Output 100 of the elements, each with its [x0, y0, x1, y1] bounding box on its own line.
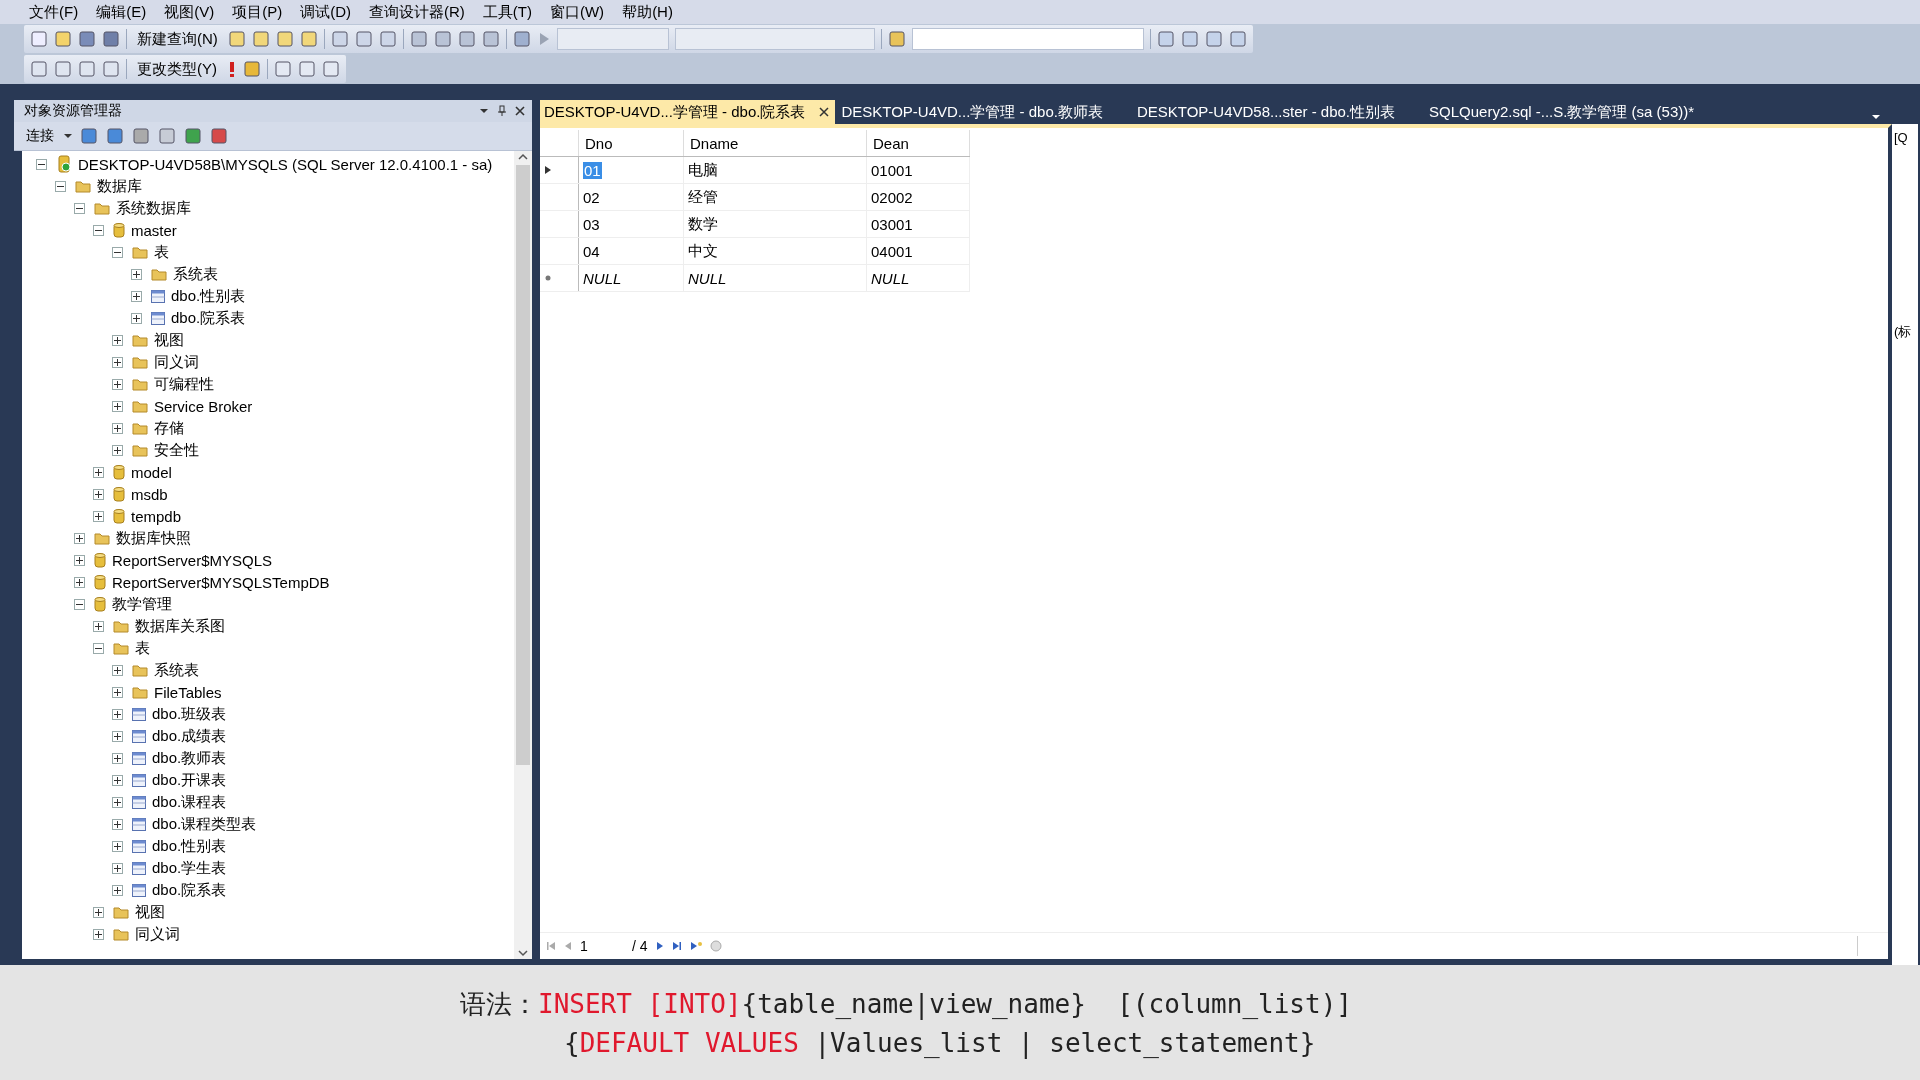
collapse-toggle[interactable]	[93, 224, 104, 236]
expand-toggle[interactable]	[74, 554, 85, 566]
expand-toggle[interactable]	[112, 686, 123, 698]
column-header[interactable]: Dean	[866, 130, 970, 157]
menu-item[interactable]: 窗口(W)	[540, 0, 614, 24]
tree-item[interactable]: 系统数据库	[114, 198, 193, 218]
tree-item[interactable]: msdb	[129, 485, 170, 503]
column-header[interactable]: Dno	[578, 130, 684, 157]
tree-item[interactable]: 系统表	[152, 660, 201, 680]
menu-item[interactable]: 工具(T)	[473, 0, 541, 24]
document-tab[interactable]: DESKTOP-U4VD...学管理 - dbo.教师表	[837, 100, 1131, 124]
menu-item[interactable]: 查询设计器(R)	[360, 0, 474, 24]
expand-toggle[interactable]	[112, 444, 123, 456]
collapse-toggle[interactable]	[93, 642, 104, 654]
tree-item[interactable]: dbo.性别表	[150, 836, 229, 856]
scrollbar-thumb[interactable]	[516, 165, 530, 765]
dropdown-field[interactable]	[674, 28, 875, 50]
next-page-icon[interactable]	[655, 941, 664, 951]
tree-item[interactable]: dbo.院系表	[150, 880, 229, 900]
tree-item[interactable]: dbo.性别表	[169, 286, 248, 306]
tree-item[interactable]: 视图	[152, 330, 186, 350]
expand-toggle[interactable]	[93, 466, 104, 478]
tree-item[interactable]: dbo.院系表	[169, 308, 248, 328]
expand-toggle[interactable]	[93, 488, 104, 500]
expand-toggle[interactable]	[112, 884, 123, 896]
connect-button[interactable]: 连接	[24, 127, 56, 145]
tree-item[interactable]: 教学管理	[110, 594, 174, 614]
tree-item[interactable]: DESKTOP-U4VD58B\MYSQLS (SQL Server 12.0.4100.1 - sa)	[76, 155, 495, 173]
expand-toggle[interactable]	[112, 774, 123, 786]
pin-icon[interactable]	[496, 105, 508, 117]
expand-toggle[interactable]	[112, 422, 123, 434]
document-tab[interactable]: DESKTOP-U4VD...学管理 - dbo.院系表	[540, 100, 836, 124]
tree-item[interactable]: 数据库	[95, 176, 144, 196]
document-tab[interactable]: DESKTOP-U4VD58...ster - dbo.性别表	[1132, 100, 1424, 124]
expand-toggle[interactable]	[93, 928, 104, 940]
tree-item[interactable]: dbo.课程类型表	[150, 814, 259, 834]
tree-item[interactable]: tempdb	[129, 507, 184, 525]
new-query-button[interactable]: 新建查询(N)	[133, 27, 222, 51]
tree-item[interactable]: dbo.成绩表	[150, 726, 229, 746]
collapse-toggle[interactable]	[55, 180, 66, 192]
expand-toggle[interactable]	[112, 818, 123, 830]
tree-item[interactable]: 同义词	[133, 924, 182, 944]
tree-item[interactable]: master	[129, 221, 179, 239]
tree-item[interactable]: Service Broker	[152, 397, 255, 415]
tree-item[interactable]: 表	[152, 242, 171, 262]
dropdown-field[interactable]	[556, 28, 669, 50]
expand-toggle[interactable]	[131, 312, 142, 324]
expand-toggle[interactable]	[112, 334, 123, 346]
tree-item[interactable]: dbo.开课表	[150, 770, 229, 790]
column-header[interactable]: Dname	[683, 130, 867, 157]
tree-item[interactable]: model	[129, 463, 174, 481]
menu-item[interactable]: 项目(P)	[223, 0, 292, 24]
close-icon[interactable]	[514, 105, 526, 117]
tree-item[interactable]: ReportServer$MYSQLSTempDB	[110, 573, 332, 591]
expand-toggle[interactable]	[112, 796, 123, 808]
tree-item[interactable]: 表	[133, 638, 152, 658]
tree-item[interactable]: 视图	[133, 902, 167, 922]
menu-item[interactable]: 文件(F)	[20, 0, 88, 24]
last-page-icon[interactable]	[671, 941, 682, 951]
tree-item[interactable]: dbo.学生表	[150, 858, 229, 878]
exclamation-icon[interactable]	[227, 60, 237, 78]
expand-toggle[interactable]	[112, 378, 123, 390]
expand-toggle[interactable]	[93, 510, 104, 522]
expand-toggle[interactable]	[112, 708, 123, 720]
expand-toggle[interactable]	[131, 268, 142, 280]
tree-item[interactable]: 同义词	[152, 352, 201, 372]
collapse-toggle[interactable]	[36, 158, 47, 170]
collapse-toggle[interactable]	[112, 246, 123, 258]
expand-toggle[interactable]	[112, 356, 123, 368]
caret-icon[interactable]	[64, 132, 72, 140]
expand-toggle[interactable]	[131, 290, 142, 302]
page-number-field[interactable]: 1	[580, 938, 624, 954]
expand-toggle[interactable]	[112, 730, 123, 742]
expand-toggle[interactable]	[93, 620, 104, 632]
tree-item[interactable]: 安全性	[152, 440, 201, 460]
expand-toggle[interactable]	[74, 576, 85, 588]
tree-item[interactable]: 数据库快照	[114, 528, 193, 548]
dropdown-field[interactable]	[911, 28, 1144, 50]
tree-item[interactable]: 数据库关系图	[133, 616, 227, 636]
tree-item[interactable]: dbo.班级表	[150, 704, 229, 724]
expand-toggle[interactable]	[112, 400, 123, 412]
collapse-toggle[interactable]	[74, 202, 85, 214]
expand-toggle[interactable]	[112, 752, 123, 764]
menu-item[interactable]: 调试(D)	[291, 0, 360, 24]
tree-item[interactable]: dbo.教师表	[150, 748, 229, 768]
tree-item[interactable]: 存储	[152, 418, 186, 438]
menu-item[interactable]: 帮助(H)	[613, 0, 682, 24]
tree-item[interactable]: FileTables	[152, 683, 224, 701]
tree-item[interactable]: dbo.课程表	[150, 792, 229, 812]
scroll-down-icon[interactable]	[517, 947, 529, 959]
expand-toggle[interactable]	[112, 664, 123, 676]
tree-item[interactable]: 系统表	[171, 264, 220, 284]
new-record-icon[interactable]	[689, 941, 702, 951]
expand-toggle[interactable]	[74, 532, 85, 544]
expand-toggle[interactable]	[112, 840, 123, 852]
close-icon[interactable]	[819, 107, 830, 117]
expand-toggle[interactable]	[93, 906, 104, 918]
tree-item[interactable]: 可编程性	[152, 374, 216, 394]
menu-item[interactable]: 编辑(E)	[87, 0, 156, 24]
tree-item[interactable]: ReportServer$MYSQLS	[110, 551, 275, 569]
